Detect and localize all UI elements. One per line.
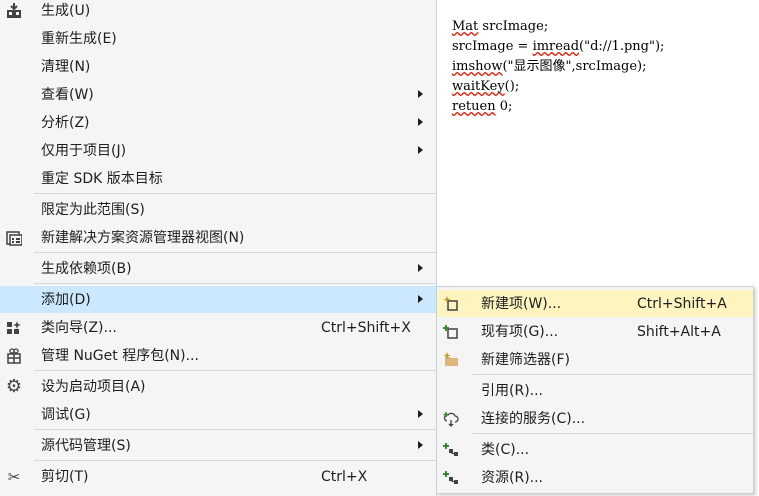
class-wizard-icon	[4, 318, 24, 338]
menu-separator	[473, 433, 753, 434]
code-token: waitKey	[452, 79, 505, 94]
menu-item-label: 剪切(T)	[41, 469, 89, 485]
menu-item-label: 重定 SDK 版本目标	[41, 171, 163, 187]
submenu-item-connected-services[interactable]: 连接的服务(C)...	[437, 405, 753, 432]
menu-item-shortcut: Shift+Alt+A	[637, 324, 721, 340]
menu-item-label: 类(C)...	[481, 442, 530, 458]
code-token: imshow	[452, 59, 503, 74]
menu-item-label: 分析(Z)	[41, 115, 90, 131]
menu-item-view[interactable]: 查看(W)	[0, 81, 436, 108]
menu-item-label: 调试(G)	[41, 407, 91, 423]
new-item-icon	[441, 294, 461, 314]
build-icon	[4, 1, 24, 21]
add-resource-icon	[441, 468, 461, 488]
menu-item-class-wizard[interactable]: 类向导(Z)... Ctrl+Shift+X	[0, 314, 436, 341]
menu-item-label: 资源(R)...	[481, 470, 544, 486]
menu-item-set-startup[interactable]: ⚙ 设为启动项目(A)	[0, 373, 436, 400]
menu-item-retarget-sdk[interactable]: 重定 SDK 版本目标	[0, 165, 436, 192]
menu-item-debug[interactable]: 调试(G)	[0, 401, 436, 428]
project-context-menu: 生成(U) 重新生成(E) 清理(N) 查看(W) 分析(Z) 仅用于项目(J)…	[0, 0, 437, 496]
menu-item-source-control[interactable]: 源代码管理(S)	[0, 432, 436, 459]
connected-service-icon	[441, 409, 461, 429]
menu-item-label: 源代码管理(S)	[41, 438, 131, 454]
menu-item-label: 生成(U)	[41, 3, 91, 19]
menu-item-label: 查看(W)	[41, 87, 94, 103]
menu-item-cut[interactable]: ✂ 剪切(T) Ctrl+X	[0, 463, 436, 490]
code-token: retuen	[452, 99, 496, 114]
menu-item-label: 管理 NuGet 程序包(N)...	[41, 348, 199, 364]
new-folder-icon	[441, 350, 461, 370]
menu-item-label: 生成依赖项(B)	[41, 261, 132, 277]
menu-separator	[34, 429, 436, 430]
submenu-item-class[interactable]: 类(C)...	[437, 436, 753, 463]
menu-item-label: 仅用于项目(J)	[41, 143, 127, 159]
code-text: Mat srcImage; srcImage = imread("d://1.p…	[452, 17, 664, 117]
menu-item-rebuild[interactable]: 重新生成(E)	[0, 25, 436, 52]
code-token: imread	[532, 39, 580, 54]
code-line: Mat srcImage;	[452, 19, 549, 34]
menu-item-label: 限定为此范围(S)	[41, 202, 145, 218]
add-submenu: 新建项(W)... Ctrl+Shift+A 现有项(G)... Shift+A…	[436, 286, 754, 494]
submenu-arrow-icon	[418, 410, 423, 418]
code-line: srcImage = imread("d://1.png");	[452, 39, 665, 54]
nuget-package-icon	[4, 346, 24, 366]
menu-item-scope-to-this[interactable]: 限定为此范围(S)	[0, 196, 436, 223]
menu-separator	[34, 252, 436, 253]
menu-item-shortcut: Ctrl+X	[321, 469, 368, 485]
menu-item-label: 现有项(G)...	[481, 324, 559, 340]
menu-item-new-solution-explorer-view[interactable]: 新建解决方案资源管理器视图(N)	[0, 224, 436, 251]
code-token: Mat	[452, 19, 479, 34]
menu-item-label: 新建筛选器(F)	[481, 352, 570, 368]
menu-item-clean[interactable]: 清理(N)	[0, 53, 436, 80]
menu-item-shortcut: Ctrl+Shift+A	[637, 296, 727, 312]
submenu-arrow-icon	[418, 441, 423, 449]
menu-item-shortcut: Ctrl+Shift+X	[321, 320, 411, 336]
menu-item-label: 设为启动项目(A)	[41, 379, 146, 395]
submenu-arrow-icon	[418, 295, 423, 303]
submenu-arrow-icon	[418, 146, 423, 154]
menu-item-project-only[interactable]: 仅用于项目(J)	[0, 137, 436, 164]
menu-item-label: 新建项(W)...	[481, 296, 562, 312]
menu-separator	[34, 283, 436, 284]
menu-item-label: 重新生成(E)	[41, 31, 117, 47]
menu-item-build[interactable]: 生成(U)	[0, 0, 436, 24]
menu-item-build-dependencies[interactable]: 生成依赖项(B)	[0, 255, 436, 282]
submenu-item-new-filter[interactable]: 新建筛选器(F)	[437, 346, 753, 373]
menu-item-manage-nuget[interactable]: 管理 NuGet 程序包(N)...	[0, 342, 436, 369]
menu-separator	[34, 193, 436, 194]
scissors-icon: ✂	[7, 468, 21, 486]
solution-explorer-view-icon	[4, 228, 24, 248]
submenu-arrow-icon	[418, 264, 423, 272]
menu-item-label: 新建解决方案资源管理器视图(N)	[41, 230, 245, 246]
submenu-item-reference[interactable]: 引用(R)...	[437, 377, 753, 404]
code-line: waitKey();	[452, 79, 520, 94]
code-line: retuen 0;	[452, 99, 513, 114]
submenu-arrow-icon	[418, 118, 423, 126]
menu-item-add[interactable]: 添加(D)	[0, 286, 436, 313]
submenu-item-new-item[interactable]: 新建项(W)... Ctrl+Shift+A	[437, 290, 753, 317]
menu-item-label: 添加(D)	[41, 292, 91, 308]
menu-separator	[34, 370, 436, 371]
menu-item-label: 类向导(Z)...	[41, 320, 117, 336]
submenu-item-existing-item[interactable]: 现有项(G)... Shift+Alt+A	[437, 318, 753, 345]
menu-separator	[473, 374, 753, 375]
menu-item-label: 引用(R)...	[481, 383, 544, 399]
gear-icon: ⚙	[5, 376, 23, 397]
menu-separator	[34, 460, 436, 461]
add-class-icon	[441, 440, 461, 460]
menu-item-label: 清理(N)	[41, 59, 91, 75]
menu-item-analyze[interactable]: 分析(Z)	[0, 109, 436, 136]
code-line: imshow("显示图像",srcImage);	[452, 59, 647, 74]
existing-item-icon	[441, 322, 461, 342]
menu-item-label: 连接的服务(C)...	[481, 411, 586, 427]
submenu-item-resource[interactable]: 资源(R)...	[437, 464, 753, 491]
submenu-arrow-icon	[418, 90, 423, 98]
